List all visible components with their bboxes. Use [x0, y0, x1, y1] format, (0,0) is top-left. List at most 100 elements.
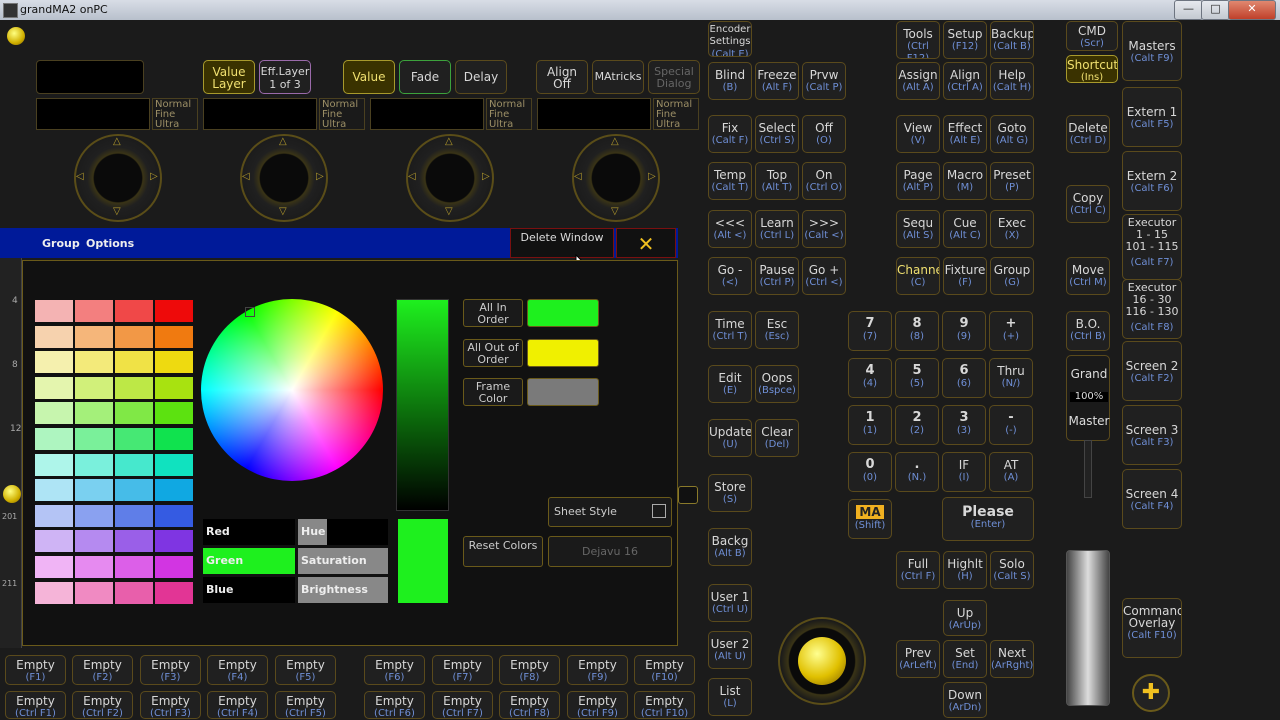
encoder-down-icon[interactable]: ▽ [611, 206, 619, 217]
executor-empty-button[interactable]: Empty (Ctrl F8) [499, 691, 560, 719]
palette-color-cell[interactable] [115, 428, 153, 450]
n9-key[interactable]: 9 (9) [942, 311, 986, 351]
temp-key[interactable]: Temp (Calt T) [708, 162, 752, 200]
palette-color-cell[interactable] [155, 300, 193, 322]
hue-slider[interactable]: Hue [298, 519, 388, 545]
palette-color-cell[interactable] [75, 504, 113, 527]
ma-key[interactable]: MA (Shift) [848, 499, 892, 539]
palette-color-cell[interactable] [35, 300, 73, 322]
n4-key[interactable]: 4 (4) [848, 358, 892, 398]
off-key[interactable]: Off (O) [802, 115, 846, 153]
down-key[interactable]: Down (ArDn) [943, 682, 987, 718]
executor-empty-button[interactable]: Empty (F6) [364, 655, 425, 685]
palette-color-cell[interactable] [155, 376, 193, 399]
palette-color-cell[interactable] [75, 376, 113, 399]
palette-color-cell[interactable] [155, 351, 193, 374]
minimize-button[interactable]: — [1174, 0, 1203, 20]
n6-key[interactable]: 6 (6) [942, 358, 986, 398]
delete-window-button[interactable]: Delete Window [510, 228, 614, 258]
executor-empty-button[interactable]: Empty (Ctrl F10) [634, 691, 695, 719]
fwd-key[interactable]: >>> (Calt <) [802, 210, 846, 248]
palette-color-cell[interactable] [115, 300, 153, 322]
executor-empty-button[interactable]: Empty (F1) [5, 655, 66, 685]
encoder-4-resolution[interactable]: Normal Fine Ultra [653, 98, 699, 130]
group-key[interactable]: Group (G) [990, 257, 1034, 295]
align-key[interactable]: Align (Ctrl A) [943, 62, 987, 100]
red-slider[interactable]: Red [203, 519, 295, 545]
solo-key[interactable]: Solo (Calt S) [990, 551, 1034, 589]
encoder-left-icon[interactable]: ◁ [242, 171, 250, 182]
palette-color-cell[interactable] [155, 556, 193, 578]
eff-layer-button[interactable]: Eff.Layer 1 of 3 [259, 60, 311, 94]
palette-color-cell[interactable] [115, 504, 153, 527]
channel-key[interactable]: Channel(C) [896, 257, 940, 295]
n5-key[interactable]: 5 (5) [895, 358, 939, 398]
palette-color-cell[interactable] [35, 556, 73, 578]
dialog-close-icon[interactable]: ✕ [616, 228, 676, 258]
set-key[interactable]: Set (End) [943, 640, 987, 678]
preset-key[interactable]: Preset (P) [990, 162, 1034, 200]
grand-master-fader-track[interactable] [1084, 440, 1092, 498]
select-key[interactable]: Select (Ctrl S) [755, 115, 799, 153]
fade-button[interactable]: Fade [399, 60, 451, 94]
value-button[interactable]: Value [343, 60, 395, 94]
sheet-scroll-handle[interactable] [678, 486, 698, 504]
time-key[interactable]: Time (Ctrl T) [708, 311, 752, 349]
minus-key[interactable]: - (-) [989, 405, 1033, 445]
special-dialog-button[interactable]: Special Dialog [648, 60, 700, 94]
encoder-left-icon[interactable]: ◁ [574, 171, 582, 182]
update-key[interactable]: Update (U) [708, 419, 752, 457]
bo-key[interactable]: B.O. (Ctrl B) [1066, 311, 1110, 351]
screen4-key[interactable]: Screen 4 (Calt F4) [1122, 469, 1182, 529]
encoder-down-icon[interactable]: ▽ [279, 206, 287, 217]
prvw-key[interactable]: Prvw (Calt P) [802, 62, 846, 100]
palette-color-cell[interactable] [115, 325, 153, 348]
encoder-down-icon[interactable]: ▽ [113, 206, 121, 217]
n2-key[interactable]: 2 (2) [895, 405, 939, 445]
esc-key[interactable]: Esc (Esc) [755, 311, 799, 349]
executor-empty-button[interactable]: Empty (F3) [140, 655, 201, 685]
copy-key[interactable]: Copy (Ctrl C) [1066, 185, 1110, 223]
palette-color-cell[interactable] [115, 530, 153, 553]
executor-empty-button[interactable]: Empty (Ctrl F2) [72, 691, 133, 719]
cmd-overlay-key[interactable]: Command Overlay (Calt F10) [1122, 598, 1182, 658]
page-key[interactable]: Page (Alt P) [896, 162, 940, 200]
grand-master-value[interactable]: 100% [1070, 392, 1108, 402]
n7-key[interactable]: 7 (7) [848, 311, 892, 351]
executor-empty-button[interactable]: Empty (F7) [432, 655, 493, 685]
screen3-key[interactable]: Screen 3 (Calt F3) [1122, 405, 1182, 465]
next-key[interactable]: Next (ArRght) [990, 640, 1034, 678]
executor-empty-button[interactable]: Empty (Ctrl F6) [364, 691, 425, 719]
palette-color-cell[interactable] [155, 581, 193, 604]
palette-color-cell[interactable] [35, 530, 73, 553]
palette-color-cell[interactable] [75, 300, 113, 322]
encoder-left-icon[interactable]: ◁ [408, 171, 416, 182]
executor-empty-button[interactable]: Empty (F9) [567, 655, 628, 685]
palette-color-cell[interactable] [35, 351, 73, 374]
pause-key[interactable]: Pause (Ctrl P) [755, 257, 799, 295]
close-button[interactable]: ✕ [1228, 0, 1276, 20]
if-key[interactable]: IF (I) [942, 452, 986, 492]
encoder-right-icon[interactable]: ▷ [482, 171, 490, 182]
palette-color-cell[interactable] [75, 556, 113, 578]
palette-color-cell[interactable] [75, 581, 113, 604]
palette-color-cell[interactable] [155, 479, 193, 502]
user2-key[interactable]: User 2 (Alt U) [708, 631, 752, 669]
delete-key[interactable]: Delete (Ctrl D) [1066, 115, 1110, 153]
align-off-button[interactable]: Align Off [536, 60, 588, 94]
plus-key[interactable]: + (+) [989, 311, 1033, 351]
freeze-key[interactable]: Freeze (Alt F) [755, 62, 799, 100]
executor-empty-button[interactable]: Empty (F4) [207, 655, 268, 685]
encoder-right-icon[interactable]: ▷ [150, 171, 158, 182]
extern1-key[interactable]: Extern 1 (Calt F5) [1122, 87, 1182, 147]
matricks-button[interactable]: MAtricks [592, 60, 644, 94]
dot-key[interactable]: . (N.) [895, 452, 939, 492]
palette-color-cell[interactable] [75, 479, 113, 502]
executor-empty-button[interactable]: Empty (F8) [499, 655, 560, 685]
screen2-key[interactable]: Screen 2 (Calt F2) [1122, 341, 1182, 401]
status-ball-icon[interactable] [7, 27, 25, 45]
highlt-key[interactable]: Highlt (H) [943, 551, 987, 589]
backg-key[interactable]: Backg (Alt B) [708, 528, 752, 566]
tools-key[interactable]: Tools (Ctrl F12) [896, 21, 940, 59]
setup-key[interactable]: Setup (F12) [943, 21, 987, 59]
